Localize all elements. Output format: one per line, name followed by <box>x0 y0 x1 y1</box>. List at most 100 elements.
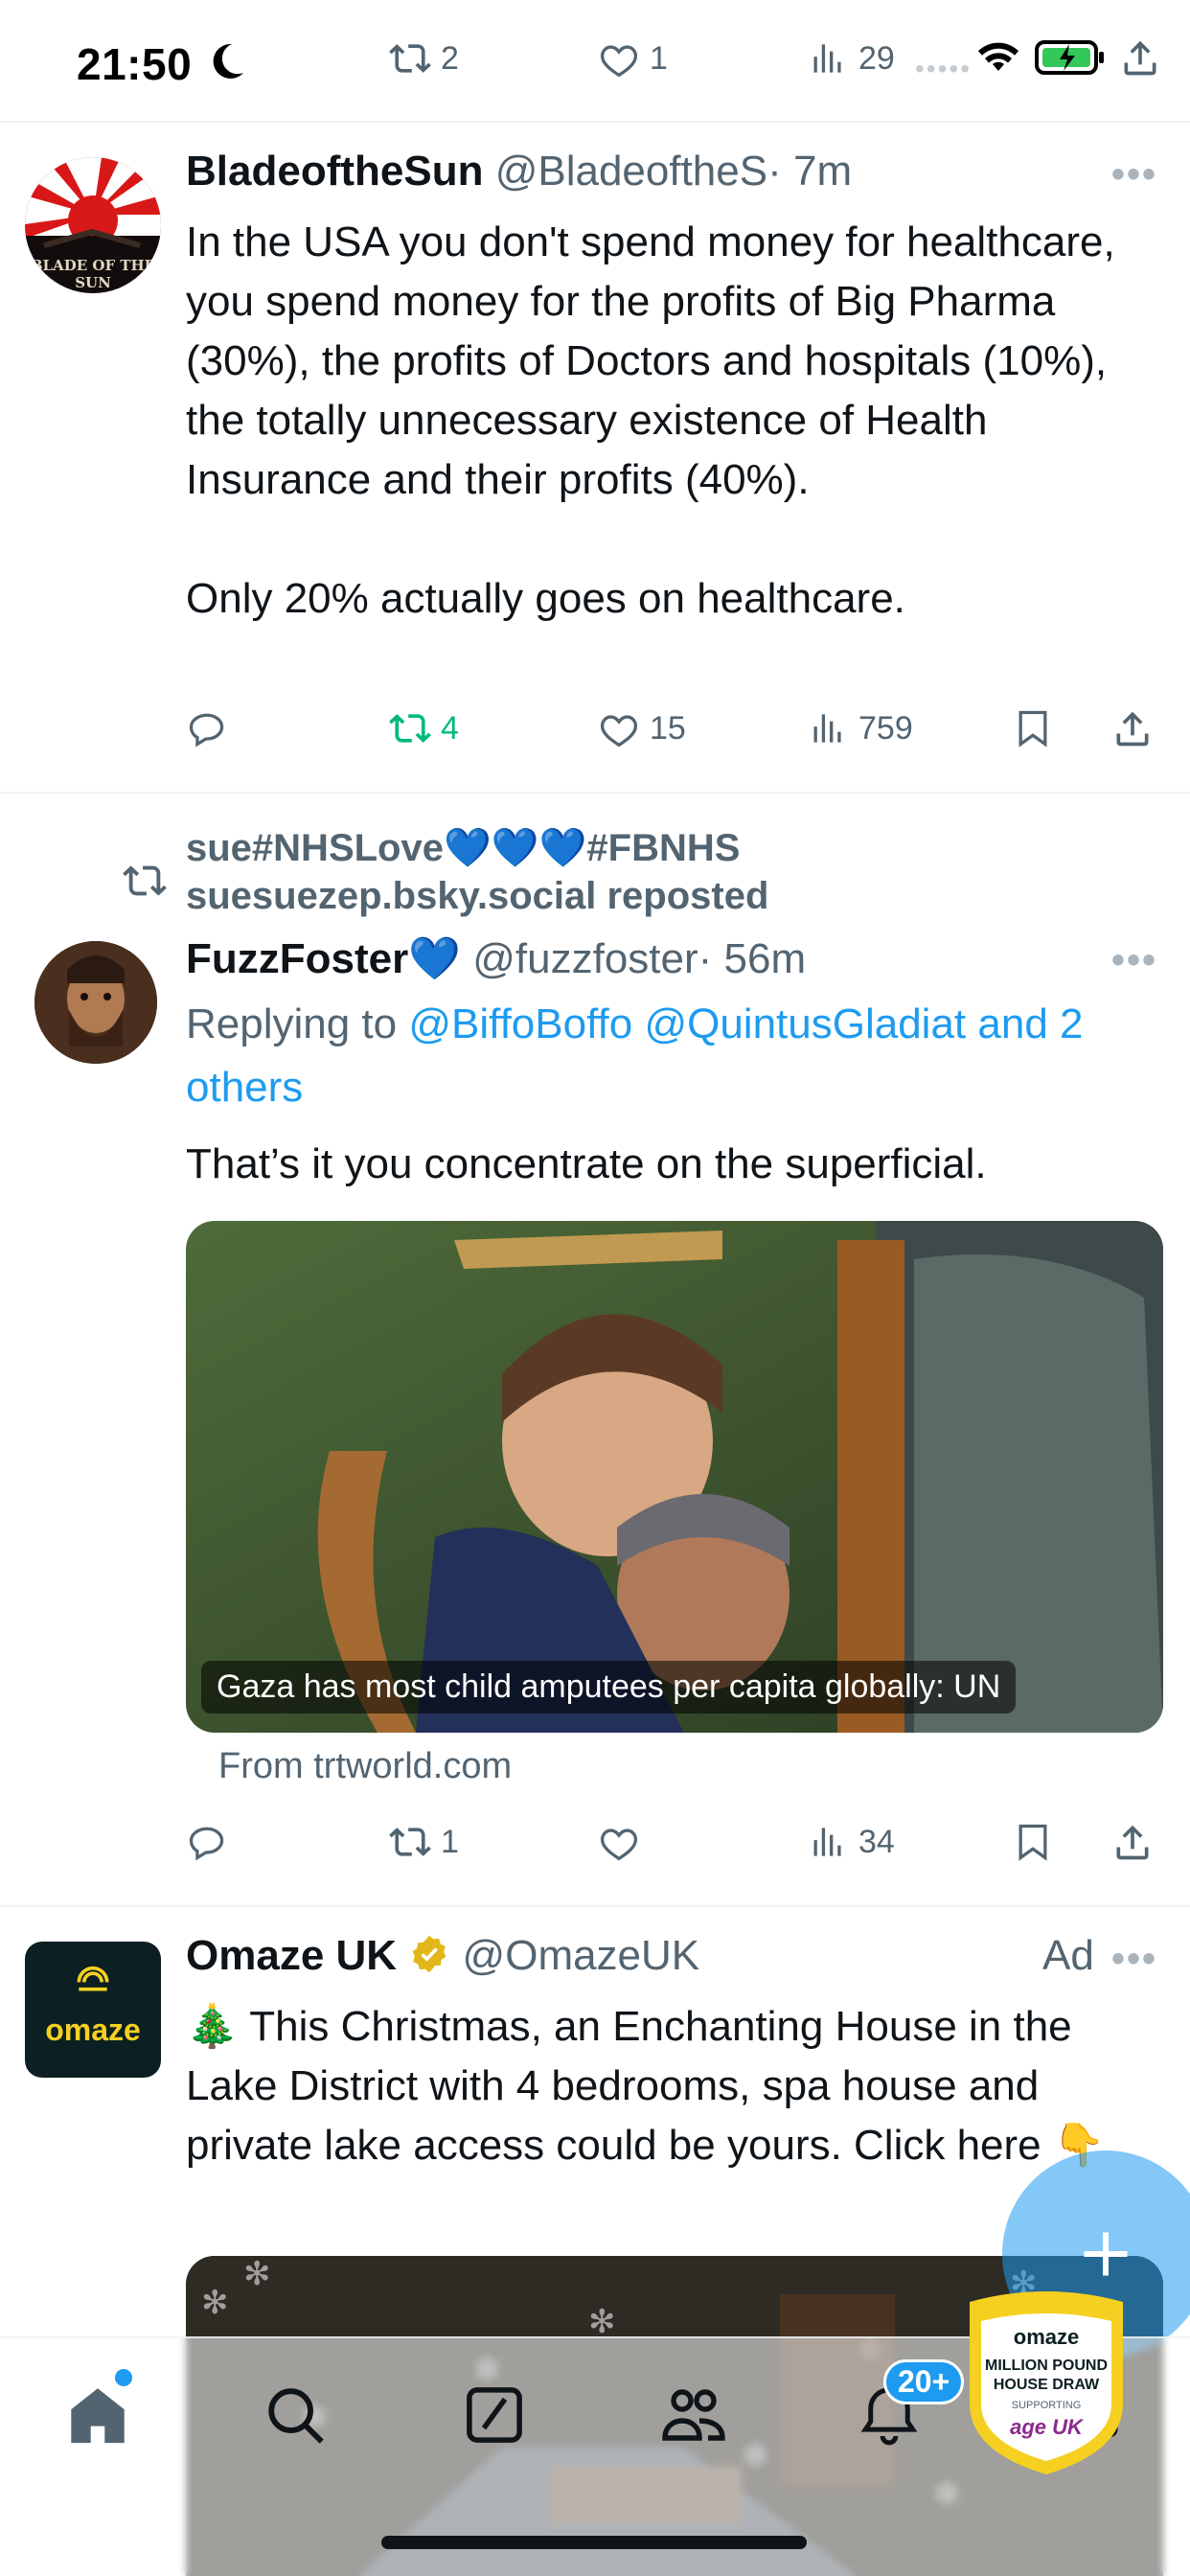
author-handle[interactable]: @BladeoftheS <box>495 148 767 195</box>
svg-text:✻: ✻ <box>201 2284 229 2322</box>
bookmark-button[interactable] <box>1012 700 1054 757</box>
prize-line: MILLION POUND <box>985 2358 1108 2374</box>
views-icon <box>813 714 841 743</box>
avatar-text: BLADE OF THE SUN <box>30 257 156 291</box>
like-icon <box>600 45 638 78</box>
reply-button[interactable] <box>186 700 228 757</box>
link-card-image[interactable]: Gaza has most child amputees per capita … <box>186 1221 1163 1733</box>
author-name[interactable]: BladeoftheSun <box>186 148 483 195</box>
more-options-icon[interactable]: ••• <box>1111 1938 1157 1981</box>
battery-charging-icon <box>1035 40 1104 75</box>
replying-to: Replying to @BiffoBoffo @QuintusGladiat … <box>186 993 1154 1119</box>
retweet-icon <box>389 44 431 73</box>
like-button[interactable]: 15 <box>598 700 686 757</box>
retweet-icon <box>389 1828 431 1856</box>
top-like-count: 1 <box>650 39 668 77</box>
reply-button[interactable] <box>186 1813 228 1871</box>
author-name[interactable]: Omaze UK <box>186 1932 397 1979</box>
tweet-actions: 4 15 759 <box>186 700 1165 757</box>
link-card-caption: Gaza has most child amputees per capita … <box>201 1661 1017 1714</box>
author-handle[interactable]: @fuzzfoster <box>472 935 698 982</box>
author-handle[interactable]: @OmazeUK <box>463 1932 700 1979</box>
retweet-icon <box>389 714 431 743</box>
home-indicator[interactable] <box>381 2536 807 2549</box>
tab-search[interactable] <box>257 2377 333 2453</box>
tweet-text: 🎄 This Christmas, an Enchanting House in… <box>186 2003 1106 2169</box>
views-count: 759 <box>858 709 913 747</box>
tab-home[interactable] <box>59 2377 136 2453</box>
like-icon <box>600 715 638 748</box>
tweet-header: FuzzFoster💙 @fuzzfoster· 56m <box>186 933 806 983</box>
retweet-count: 4 <box>441 709 459 747</box>
tab-communities[interactable] <box>655 2377 732 2453</box>
notifications-badge: 20+ <box>883 2359 965 2404</box>
wifi-icon <box>978 42 1018 71</box>
share-icon <box>1116 1825 1149 1860</box>
avatar-image <box>34 941 157 1064</box>
tweet-actions: 1 34 <box>186 1813 1165 1871</box>
prize-shield-graphic: omaze MILLION POUND HOUSE DRAW SUPPORTIN… <box>962 2288 1131 2476</box>
status-dots: ••••• <box>915 54 973 83</box>
retweet-count: 1 <box>441 1823 459 1860</box>
bookmark-icon <box>1018 1824 1047 1861</box>
share-button[interactable] <box>1111 1813 1154 1871</box>
reposter-name[interactable]: sue#NHSLove💙💙💙#FBNHS <box>186 824 740 872</box>
home-unread-dot <box>115 2369 132 2386</box>
like-icon <box>600 1828 638 1861</box>
ad-label: Ad <box>1042 1932 1094 1979</box>
tweet-time: · 7m <box>767 148 853 195</box>
bookmark-button[interactable] <box>1012 1813 1054 1871</box>
tweet-header: BladeoftheSun @BladeoftheS· 7m <box>186 148 852 196</box>
status-time: 21:50 <box>77 39 193 89</box>
bookmark-icon <box>1018 710 1047 748</box>
search-icon <box>268 2388 324 2444</box>
prize-line: HOUSE DRAW <box>993 2377 1100 2393</box>
top-like-action[interactable]: 1 <box>598 34 668 82</box>
reply-icon <box>189 713 224 748</box>
share-button[interactable] <box>1111 700 1154 757</box>
author-name[interactable]: FuzzFoster💙 <box>186 935 461 982</box>
svg-text:✻: ✻ <box>243 2256 271 2293</box>
plus-icon <box>1084 2232 1128 2276</box>
tweet-header: Omaze UK @OmazeUK <box>186 1932 699 1980</box>
top-retweet-count: 2 <box>441 39 459 77</box>
share-icon <box>1116 711 1149 747</box>
more-options-icon[interactable]: ••• <box>1111 939 1157 982</box>
tab-grok[interactable] <box>456 2377 533 2453</box>
communities-icon <box>662 2389 725 2441</box>
link-source[interactable]: From trtworld.com <box>218 1746 512 1787</box>
status-bar: 21:50 2 1 29 ••••• <box>0 0 1190 123</box>
tweet-card[interactable]: BLADE OF THE SUN BladeoftheSun @Bladeoft… <box>0 125 1190 794</box>
avatar[interactable]: omaze <box>25 1942 161 2078</box>
tweet-time: · 56m <box>698 935 807 982</box>
home-icon <box>71 2388 125 2444</box>
omaze-logo-icon <box>77 1966 109 1991</box>
tweet-card[interactable]: sue#NHSLove💙💙💙#FBNHS suesuezep.bsky.soci… <box>0 795 1190 1907</box>
prize-line: SUPPORTING <box>1011 2400 1082 2411</box>
more-options-icon[interactable]: ••• <box>1111 153 1157 196</box>
share-icon[interactable] <box>1119 36 1161 79</box>
focus-moon-icon <box>213 43 243 79</box>
svg-text:✻: ✻ <box>588 2303 616 2341</box>
reposted-label[interactable]: suesuezep.bsky.social reposted <box>186 872 768 920</box>
like-button[interactable] <box>598 1813 650 1871</box>
top-views-count: 29 <box>858 39 895 77</box>
repost-indicator-icon <box>123 865 167 896</box>
top-views-action[interactable]: 29 <box>807 34 895 82</box>
reply-icon <box>189 1827 224 1861</box>
retweet-button[interactable]: 4 <box>389 700 459 757</box>
replying-prefix: Replying to <box>186 1000 409 1047</box>
retweet-button[interactable]: 1 <box>389 1813 459 1871</box>
verified-gold-badge-icon <box>412 1935 446 1973</box>
views-button[interactable]: 34 <box>807 1813 895 1871</box>
avatar[interactable] <box>34 941 157 1064</box>
tweet-text: That’s it you concentrate on the superfi… <box>186 1140 987 1187</box>
system-indicators <box>975 36 1161 79</box>
top-retweet-action[interactable]: 2 <box>389 34 459 82</box>
prize-line: age UK <box>1010 2415 1083 2439</box>
tweet-text: In the USA you don't spend money for hea… <box>186 218 1115 622</box>
prize-line: omaze <box>1013 2325 1080 2349</box>
views-button[interactable]: 759 <box>807 700 913 757</box>
avatar[interactable]: BLADE OF THE SUN <box>25 157 161 293</box>
news-photo <box>186 1221 1163 1733</box>
